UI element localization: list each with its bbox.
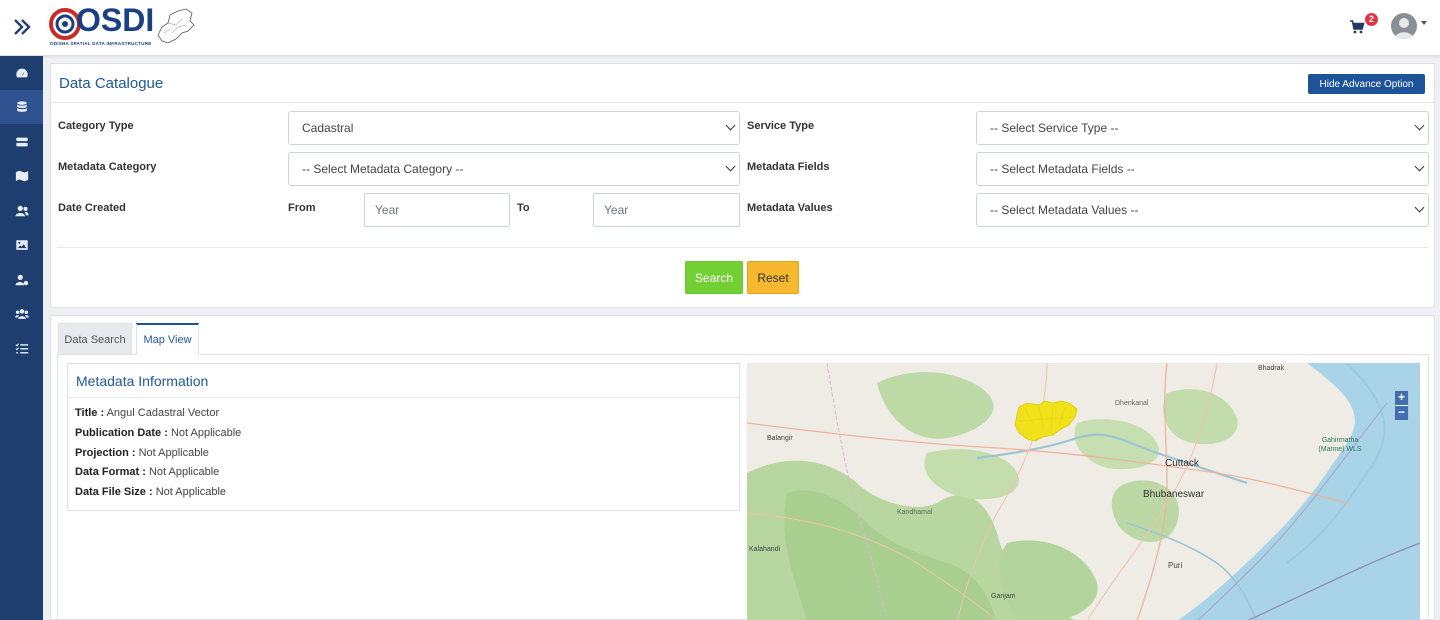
page-title: Data Catalogue xyxy=(59,75,164,92)
checklist-icon xyxy=(14,343,28,354)
sidebar-item-user-settings[interactable] xyxy=(0,263,43,297)
zoom-out-button[interactable]: − xyxy=(1395,406,1408,420)
category-type-select[interactable]: Cadastral xyxy=(288,111,740,145)
metadata-fields-label: Metadata Fields xyxy=(747,161,830,173)
metadata-key: Title : xyxy=(75,407,105,419)
sidebar-item-images[interactable] xyxy=(0,228,43,262)
from-label: From xyxy=(288,202,316,214)
map-label-balangir: Balangir xyxy=(767,435,793,442)
metadata-values-value: -- Select Metadata Values -- xyxy=(990,203,1139,217)
map-label-dhenkanal: Dhenkanal xyxy=(1115,400,1149,407)
map-label-bhadrak: Bhadrak xyxy=(1258,365,1285,372)
results-panel: Data Search Map View Metadata Informatio… xyxy=(50,315,1435,620)
to-label: To xyxy=(517,202,530,214)
database-icon xyxy=(16,101,27,112)
metadata-values-select[interactable]: -- Select Metadata Values -- xyxy=(976,193,1429,227)
logo-text: OSDI xyxy=(76,2,155,38)
server-icon xyxy=(15,137,28,147)
map-label-kalahandi: Kalahandi xyxy=(749,546,781,553)
data-catalogue-panel: Data Catalogue Hide Advance Option Categ… xyxy=(50,63,1435,308)
map-label-gahirmatha: Gahirmatha (Marine) WLS xyxy=(1318,437,1362,453)
odisha-outline-icon xyxy=(157,8,195,44)
chevron-down-icon xyxy=(1414,161,1425,172)
service-type-select[interactable]: -- Select Service Type -- xyxy=(976,111,1429,145)
service-type-label: Service Type xyxy=(747,120,815,132)
chevron-down-icon xyxy=(725,161,736,172)
chevron-down-icon xyxy=(1414,202,1425,213)
to-year-input[interactable] xyxy=(593,193,740,227)
sidebar-item-server[interactable] xyxy=(0,125,43,159)
metadata-fields-value: -- Select Metadata Fields -- xyxy=(990,162,1135,176)
map-label-bhubaneswar: Bhubaneswar xyxy=(1143,489,1205,500)
metadata-row-projection: Projection : Not Applicable xyxy=(75,447,209,459)
metadata-key: Publication Date : xyxy=(75,427,168,439)
divider xyxy=(51,102,1434,103)
divider xyxy=(68,397,739,398)
chevron-down-icon xyxy=(1414,120,1425,131)
tab-data-search[interactable]: Data Search xyxy=(58,323,132,355)
image-icon xyxy=(15,240,28,250)
from-year-input[interactable] xyxy=(364,193,510,227)
cart-icon[interactable] xyxy=(1349,19,1365,35)
map-icon xyxy=(15,170,28,182)
category-type-label: Category Type xyxy=(58,120,134,132)
sidebar-item-dashboard[interactable] xyxy=(0,56,43,90)
chevron-down-icon xyxy=(725,120,736,131)
metadata-value: Not Applicable xyxy=(148,466,220,478)
user-group-icon xyxy=(14,309,29,319)
zoom-in-button[interactable]: + xyxy=(1395,391,1408,405)
double-chevron-right-icon[interactable] xyxy=(10,14,36,40)
metadata-information-card: Metadata Information Title : Angul Cadas… xyxy=(67,363,740,511)
metadata-row-data-format: Data Format : Not Applicable xyxy=(75,466,219,478)
metadata-row-publication-date: Publication Date : Not Applicable xyxy=(75,427,241,439)
map-zoom-control: + − xyxy=(1394,390,1409,420)
dashboard-icon xyxy=(15,68,28,78)
map-canvas[interactable] xyxy=(747,363,1420,620)
metadata-category-select[interactable]: -- Select Metadata Category -- xyxy=(288,152,740,186)
sidebar-item-user-group[interactable] xyxy=(0,297,43,331)
map-label-kandhamal: Kandhamal xyxy=(897,509,933,516)
map-label-ganjam: Ganjam xyxy=(991,593,1016,600)
date-created-label: Date Created xyxy=(58,202,126,214)
divider xyxy=(57,247,1428,248)
tab-map-view[interactable]: Map View xyxy=(136,323,199,355)
metadata-value: Angul Cadastral Vector xyxy=(106,407,220,419)
top-header: OSDI ODISHA SPATIAL DATA INFRASTRUCTURE … xyxy=(0,0,1440,56)
metadata-value: Not Applicable xyxy=(155,486,227,498)
sidebar-item-database[interactable] xyxy=(0,90,43,124)
sidebar xyxy=(0,56,43,620)
hide-advance-option-button[interactable]: Hide Advance Option xyxy=(1308,74,1425,94)
metadata-row-data-file-size: Data File Size : Not Applicable xyxy=(75,486,226,498)
metadata-key: Data File Size : xyxy=(75,486,153,498)
metadata-category-label: Metadata Category xyxy=(58,161,157,173)
users-icon xyxy=(14,205,29,217)
user-settings-icon xyxy=(14,274,28,286)
map-label-puri: Puri xyxy=(1168,561,1183,570)
metadata-key: Projection : xyxy=(75,447,136,459)
sidebar-item-users[interactable] xyxy=(0,194,43,228)
metadata-row-title: Title : Angul Cadastral Vector xyxy=(75,407,219,419)
metadata-values-label: Metadata Values xyxy=(747,202,833,214)
metadata-key: Data Format : xyxy=(75,466,146,478)
service-type-value: -- Select Service Type -- xyxy=(990,121,1119,135)
category-type-value: Cadastral xyxy=(302,121,354,135)
metadata-title: Metadata Information xyxy=(76,373,209,389)
metadata-category-value: -- Select Metadata Category -- xyxy=(302,162,464,176)
reset-button[interactable]: Reset xyxy=(747,261,799,294)
sidebar-item-checklist[interactable] xyxy=(0,332,43,366)
user-avatar-icon[interactable] xyxy=(1391,13,1417,39)
map-label-cuttack: Cuttack xyxy=(1165,458,1199,469)
search-button[interactable]: Search xyxy=(685,261,743,294)
osdi-logo[interactable]: OSDI ODISHA SPATIAL DATA INFRASTRUCTURE xyxy=(48,2,198,51)
logo-subtitle: ODISHA SPATIAL DATA INFRASTRUCTURE xyxy=(50,41,152,46)
metadata-value: Not Applicable xyxy=(138,447,209,459)
map-view[interactable]: Bhadrak Dhenkanal Balangir Cuttack Bhuba… xyxy=(747,363,1420,620)
sidebar-item-map[interactable] xyxy=(0,159,43,193)
metadata-fields-select[interactable]: -- Select Metadata Fields -- xyxy=(976,152,1429,186)
cart-count-badge: 2 xyxy=(1365,13,1378,26)
chevron-down-icon[interactable] xyxy=(1421,21,1427,25)
metadata-value: Not Applicable xyxy=(170,427,242,439)
